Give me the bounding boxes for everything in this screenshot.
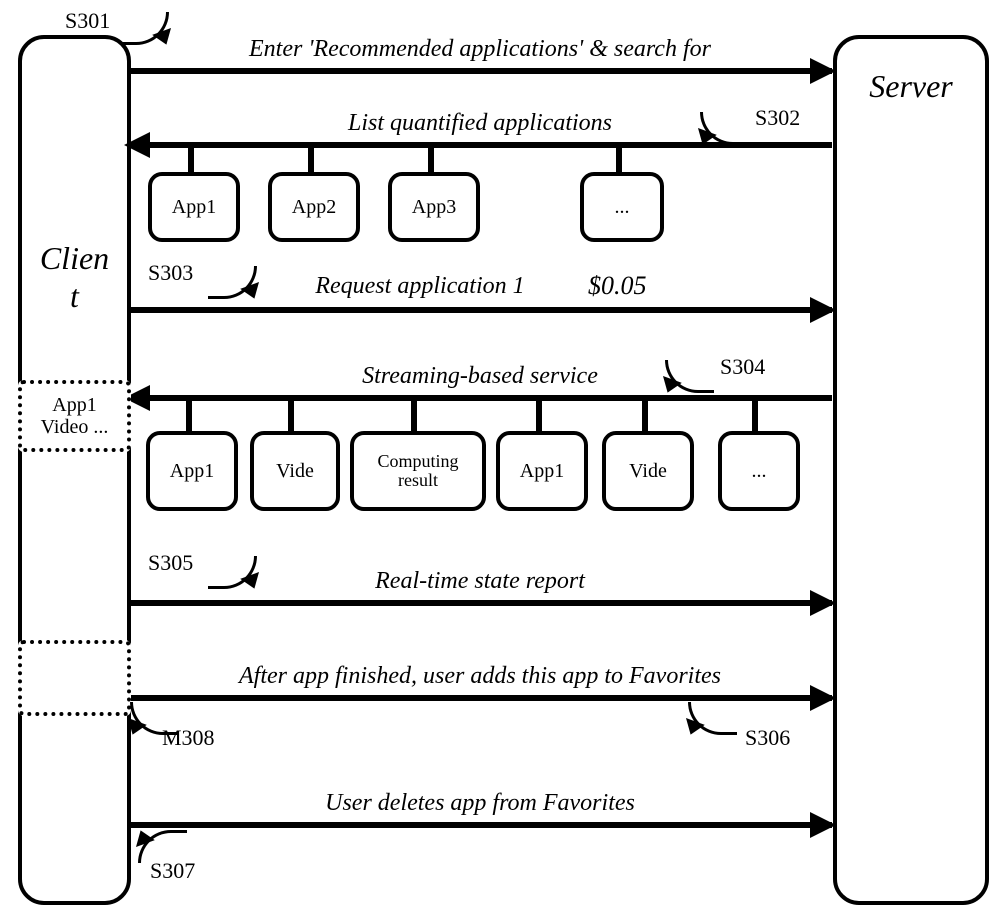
arrowhead-right-icon — [810, 590, 836, 616]
msg-label-s302: List quantified applications — [128, 110, 832, 137]
msg-label-s304: Streaming-based service — [128, 363, 832, 390]
arrow-bar — [128, 307, 832, 313]
item-label: App2 — [292, 197, 336, 218]
stem — [308, 148, 314, 172]
stem — [428, 148, 434, 172]
arrow-bar — [128, 142, 832, 148]
arrowhead-right-icon — [810, 812, 836, 838]
item-box-more: ... — [580, 172, 664, 242]
item-label: App1 — [170, 461, 214, 482]
client-preview-label: App1 Video ... — [41, 394, 109, 438]
arrowhead-right-icon — [810, 58, 836, 84]
arrowhead-right-icon — [810, 685, 836, 711]
item-box: ... — [718, 431, 800, 511]
item-box: App1 — [496, 431, 588, 511]
price-s303: $0.05 — [588, 271, 647, 301]
client-empty-box — [18, 640, 131, 716]
item-label: App3 — [412, 197, 456, 218]
msg-label-s303: Request application 1 — [68, 273, 772, 300]
client-preview-box: App1 Video ... — [18, 380, 131, 452]
step-tag-s307: S307 — [150, 858, 195, 884]
stem — [411, 401, 417, 431]
item-label: ... — [615, 197, 630, 218]
arrow-bar — [128, 600, 832, 606]
item-box-app2: App2 — [268, 172, 360, 242]
msg-label-s307: User deletes app from Favorites — [128, 790, 832, 817]
stem — [536, 401, 542, 431]
stem — [288, 401, 294, 431]
server-lifeline: Server — [833, 35, 989, 905]
pointer-s306 — [688, 702, 737, 735]
arrow-bar — [128, 695, 832, 701]
step-tag-m308: M308 — [162, 725, 215, 751]
msg-label-s301: Enter 'Recommended applications' & searc… — [128, 36, 832, 63]
item-box-app3: App3 — [388, 172, 480, 242]
arrowhead-right-icon — [810, 297, 836, 323]
arrow-bar — [128, 822, 832, 828]
stem — [188, 148, 194, 172]
step-tag-s306: S306 — [745, 725, 790, 751]
stem — [616, 148, 622, 172]
item-box: Vide — [250, 431, 340, 511]
item-label: Vide — [629, 461, 667, 482]
msg-label-s306: After app finished, user adds this app t… — [128, 663, 832, 690]
stem — [642, 401, 648, 431]
item-box: Computing result — [350, 431, 486, 511]
client-lifeline: Clien t — [18, 35, 131, 905]
item-label: ... — [752, 461, 767, 482]
step-tag-s301: S301 — [65, 8, 110, 34]
item-label: App1 — [520, 461, 564, 482]
server-label: Server — [837, 67, 985, 105]
stem — [186, 401, 192, 431]
item-label: Computing result — [356, 452, 480, 490]
item-box: Vide — [602, 431, 694, 511]
arrow-bar — [128, 395, 832, 401]
arrow-bar — [128, 68, 832, 74]
msg-label-s305: Real-time state report — [128, 568, 832, 595]
item-label: Vide — [276, 461, 314, 482]
item-box: App1 — [146, 431, 238, 511]
arrowhead-left-icon — [124, 132, 150, 158]
stem — [752, 401, 758, 431]
item-box-app1: App1 — [148, 172, 240, 242]
item-label: App1 — [172, 197, 216, 218]
